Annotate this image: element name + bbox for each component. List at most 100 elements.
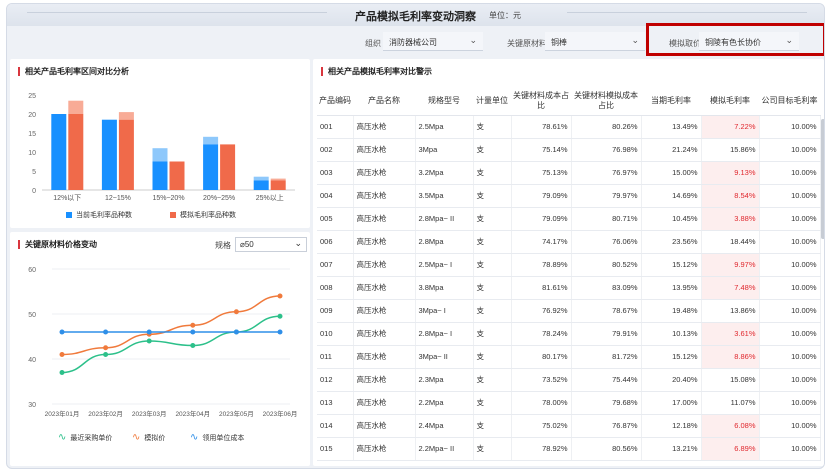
table-cell: 3Mpa~ I (415, 299, 474, 323)
table-cell: 支 (473, 184, 512, 208)
bar-y-tick-label: 20 (28, 112, 36, 119)
line-x-tick-label: 2023年03月 (132, 409, 167, 418)
table-row[interactable]: 014 高压水枪 2.4Mpa 支 75.02% 76.87% 12.18% 6.08% 10.… (317, 414, 821, 438)
table-cell: 10.00% (759, 414, 821, 438)
data-point (277, 293, 283, 299)
table-cell: 支 (473, 322, 512, 346)
table-cell: 9.13% (701, 161, 760, 185)
table-scrollbar[interactable] (821, 119, 824, 239)
material-filter-label: 关键原材料 (507, 39, 547, 48)
bar (152, 161, 168, 190)
line-legend-simulated: ∿ 模拟价 (132, 432, 165, 443)
column-header[interactable]: 规格型号 (415, 87, 473, 116)
table-row[interactable]: 015 高压水枪 2.2Mpa~ II 支 78.92% 80.56% 13.21% 6.89… (317, 437, 821, 461)
table-cell: 高压水枪 (353, 299, 416, 323)
table-cell: 3Mpa (415, 138, 474, 162)
table-cell: 支 (473, 161, 512, 185)
table-cell: 78.24% (511, 322, 572, 346)
table-cell: 支 (473, 345, 512, 369)
table-cell: 10.00% (759, 299, 821, 323)
table-cell: 79.09% (511, 184, 572, 208)
table-cell: 10.00% (759, 253, 821, 277)
table-row[interactable]: 012 高压水枪 2.3Mpa 支 73.52% 75.44% 20.40% 15.08% 10… (317, 368, 821, 392)
table-cell: 13.21% (641, 437, 702, 461)
material-select[interactable]: 铜棒 ⌄ (545, 32, 645, 51)
table-cell: 2.2Mpa~ II (415, 437, 474, 461)
table-cell: 15.86% (701, 138, 760, 162)
table-cell: 支 (473, 391, 512, 415)
bar-x-tick-label: 15%~20% (152, 195, 184, 202)
legend-swatch-blue (66, 212, 72, 218)
table-cell: 10.00% (759, 207, 821, 231)
table-cell: 76.97% (571, 161, 642, 185)
table-cell: 79.91% (571, 322, 642, 346)
table-row[interactable]: 010 高压水枪 2.8Mpa~ I 支 78.24% 79.91% 10.13% 3.61%… (317, 322, 821, 346)
products-table: 产品编码 产品名称 规格型号 计量单位 关键材料成本占比 关键材料模拟成本占比 当期毛利率模… (317, 87, 821, 461)
table-cell: 78.92% (511, 437, 572, 461)
table-cell: 2.2Mpa (415, 391, 474, 415)
data-point (59, 352, 65, 357)
table-cell: 10.00% (759, 368, 821, 392)
table-row[interactable]: 003 高压水枪 3.2Mpa 支 75.13% 76.97% 15.00% 9.13% 10.… (317, 161, 821, 185)
org-select[interactable]: 消防器械公司 ⌄ (383, 32, 483, 51)
table-cell: 74.17% (511, 230, 572, 254)
table-cell: 支 (473, 207, 512, 231)
table-row[interactable]: 001 高压水枪 2.5Mpa 支 78.61% 80.26% 13.49% 7.22% 10.… (317, 115, 821, 139)
table-cell: 2.5Mpa (415, 115, 474, 139)
bar (101, 119, 117, 190)
table-row[interactable]: 007 高压水枪 2.5Mpa~ I 支 78.89% 80.52% 15.12% 9.97%… (317, 253, 821, 277)
table-row[interactable]: 013 高压水枪 2.2Mpa 支 78.00% 79.68% 17.00% 11.07% 10… (317, 391, 821, 415)
line-x-tick-label: 2023年04月 (175, 409, 210, 418)
table-cell: 76.06% (571, 230, 642, 254)
column-header[interactable]: 模拟毛利率 (701, 87, 759, 116)
column-header[interactable]: 关键材料模拟成本占比 (571, 87, 641, 116)
table-cell: 3.2Mpa (415, 161, 474, 185)
table-cell: 10.00% (759, 230, 821, 254)
table-cell: 支 (473, 138, 512, 162)
table-row[interactable]: 005 高压水枪 2.8Mpa~ II 支 79.09% 80.71% 10.45% 3.88… (317, 207, 821, 231)
line-x-tick-label: 2023年06月 (263, 409, 298, 418)
table-cell: 012 (317, 368, 354, 392)
wave-icon: ∿ (132, 432, 141, 443)
table-cell: 高压水枪 (353, 276, 416, 300)
table-row[interactable]: 006 高压水枪 2.8Mpa 支 74.17% 76.06% 23.56% 18.44% 10… (317, 230, 821, 254)
column-header[interactable]: 产品名称 (353, 87, 415, 116)
table-cell: 高压水枪 (353, 161, 416, 185)
bar-overflow (270, 178, 286, 181)
column-header[interactable]: 产品编码 (317, 87, 353, 116)
table-cell: 12.18% (641, 414, 702, 438)
table-cell: 13.95% (641, 276, 702, 300)
table-row[interactable]: 004 高压水枪 3.5Mpa 支 79.09% 79.97% 14.69% 8.54% 10.… (317, 184, 821, 208)
table-cell: 6.08% (701, 414, 760, 438)
table-cell: 3.88% (701, 207, 760, 231)
column-header[interactable]: 公司目标毛利率 (759, 87, 820, 116)
table-row[interactable]: 011 高压水枪 3Mpa~ II 支 80.17% 81.72% 15.12% 8.86% 1… (317, 345, 821, 369)
table-cell: 15.00% (641, 161, 702, 185)
data-point (277, 329, 283, 335)
table-row[interactable]: 002 高压水枪 3Mpa 支 75.14% 76.98% 21.24% 15.86% 10.0… (317, 138, 821, 162)
column-header[interactable]: 关键材料成本占比 (511, 87, 571, 116)
price-filter-highlight (646, 23, 824, 56)
table-cell: 005 (317, 207, 354, 231)
table-row[interactable]: 008 高压水枪 3.8Mpa 支 81.61% 83.09% 13.95% 7.48% 10.… (317, 276, 821, 300)
table-cell: 7.22% (701, 115, 760, 139)
column-header[interactable]: 当期毛利率 (641, 87, 701, 116)
table-cell: 015 (317, 437, 354, 461)
bar (270, 180, 286, 190)
line-y-tick-label: 30 (28, 402, 36, 409)
table-row[interactable]: 009 高压水枪 3Mpa~ I 支 76.92% 78.67% 19.48% 13.86% 1… (317, 299, 821, 323)
data-point (146, 338, 152, 344)
table-cell: 2.8Mpa~ I (415, 322, 474, 346)
table-cell: 14.69% (641, 184, 702, 208)
bar-chart: 0 5 10 15 20 25 12%以下 12~15% 15%~20% 20%~25% 25%以上 (28, 93, 295, 202)
table-header-row: 产品编码 产品名称 规格型号 计量单位 关键材料成本占比 关键材料模拟成本占比 当期毛利率模… (317, 87, 820, 116)
table-cell: 20.40% (641, 368, 702, 392)
table-cell: 10.00% (759, 345, 821, 369)
table-cell: 80.26% (571, 115, 642, 139)
table-cell: 004 (317, 184, 354, 208)
bar-y-tick-label: 10 (28, 150, 36, 157)
table-cell: 15.12% (641, 253, 702, 277)
column-header[interactable]: 计量单位 (473, 87, 511, 116)
table-cell: 80.71% (571, 207, 642, 231)
table-cell: 10.45% (641, 207, 702, 231)
